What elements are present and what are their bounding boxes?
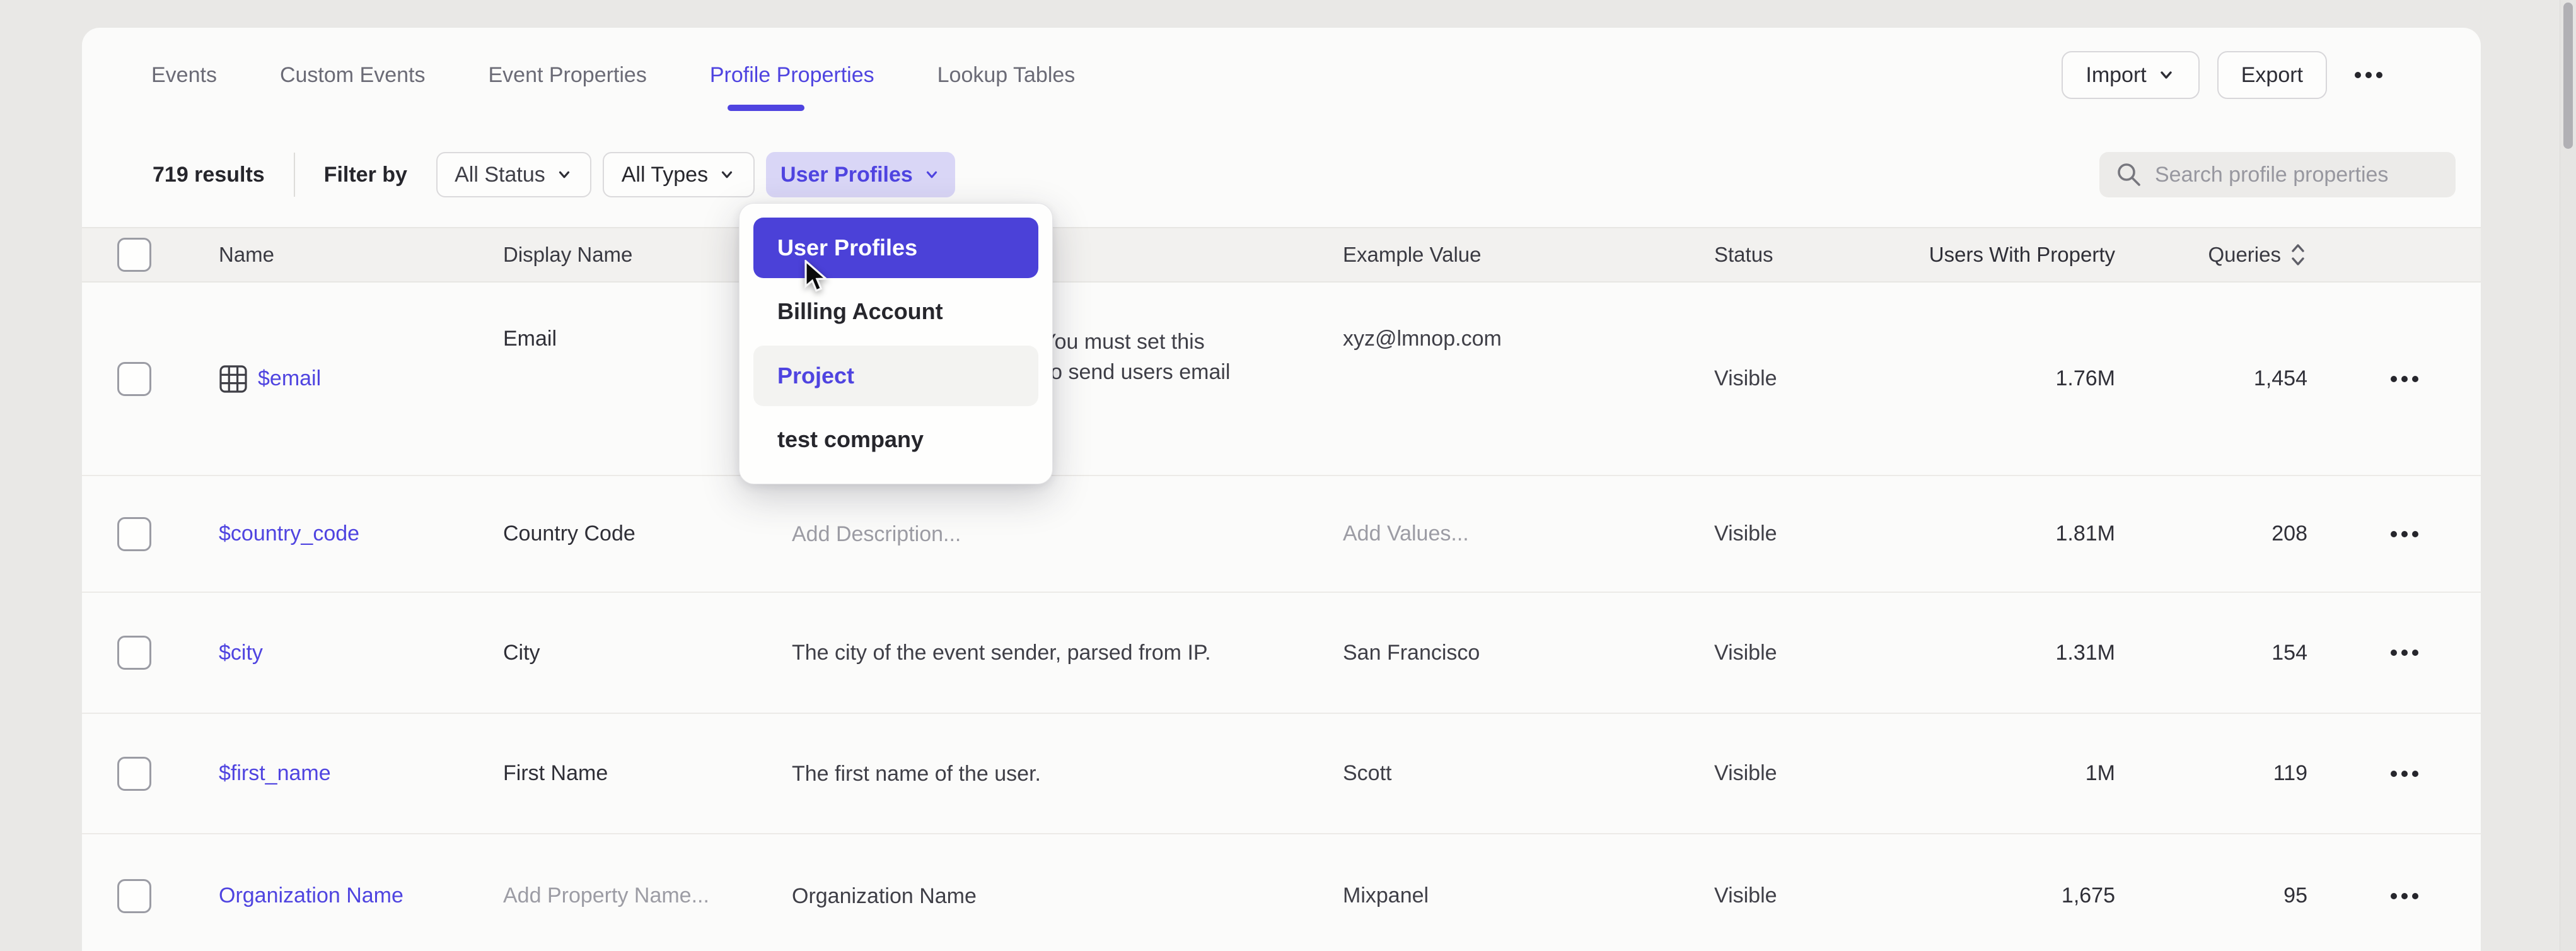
property-name-link[interactable]: $country_code [219, 522, 503, 546]
column-header-status[interactable]: Status [1714, 243, 1903, 267]
more-icon [2391, 376, 2397, 382]
results-count: 719 results [153, 163, 265, 187]
cursor-pointer-icon [802, 260, 832, 295]
property-name-link[interactable]: Organization Name [219, 884, 503, 908]
profile-properties-panel: Events Custom Events Event Properties Pr… [82, 28, 2481, 951]
status-cell: Visible [1714, 884, 1903, 908]
status-cell: Visible [1714, 366, 1903, 391]
display-name-cell[interactable]: First Name [503, 761, 792, 786]
row-checkbox[interactable] [117, 879, 151, 913]
more-icon [2391, 771, 2397, 777]
users-with-property-cell: 1.76M [2056, 366, 2116, 391]
chevron-down-icon [2157, 66, 2176, 85]
row-more-button[interactable] [2381, 650, 2434, 656]
row-checkbox[interactable] [117, 636, 151, 670]
import-button-label: Import [2086, 63, 2146, 88]
description-cell[interactable]: The city of the event sender, parsed fro… [792, 638, 1343, 668]
export-button[interactable]: Export [2217, 51, 2327, 99]
description-cell[interactable]: Organization Name [792, 881, 1343, 911]
column-header-example-value[interactable]: Example Value [1343, 243, 1714, 267]
status-cell: Visible [1714, 522, 1903, 546]
chevron-down-icon [718, 166, 736, 184]
search-icon [2115, 160, 2144, 189]
table-body: $email Email The user's email address. Y… [82, 283, 2481, 951]
description-cell[interactable]: The first name of the user. [792, 759, 1343, 789]
row-more-button[interactable] [2381, 893, 2434, 899]
menu-item-test-company[interactable]: test company [753, 410, 1038, 470]
tab-profile-properties[interactable]: Profile Properties [710, 28, 874, 122]
example-value-cell-placeholder[interactable]: Add Values... [1343, 522, 1714, 546]
queries-cell: 208 [2271, 522, 2307, 546]
column-header-queries[interactable]: Queries [2208, 242, 2307, 268]
property-name-link[interactable]: $email [219, 365, 503, 394]
users-with-property-cell: 1.81M [2056, 522, 2116, 546]
tab-custom-events[interactable]: Custom Events [280, 28, 426, 122]
more-icon [2355, 72, 2361, 78]
table-row: $country_code Country Code Add Descripti… [82, 476, 2481, 593]
table-row: Organization Name Add Property Name... O… [82, 834, 2481, 951]
table-grid-icon [219, 365, 248, 394]
more-icon [2391, 893, 2397, 899]
example-value-cell[interactable]: xyz@lmnop.com [1343, 283, 1714, 351]
queries-cell: 95 [2283, 884, 2307, 908]
row-checkbox[interactable] [117, 362, 151, 396]
sort-icon[interactable] [2289, 242, 2307, 268]
users-with-property-cell: 1,675 [2062, 884, 2115, 908]
search-box [2099, 152, 2456, 197]
table-row: $email Email The user's email address. Y… [82, 283, 2481, 476]
chevron-down-icon [555, 166, 573, 184]
status-cell: Visible [1714, 641, 1903, 665]
scrollbar-thumb[interactable] [2563, 3, 2573, 149]
display-name-cell[interactable]: Country Code [503, 522, 792, 546]
property-name-link[interactable]: $city [219, 641, 503, 665]
row-more-button[interactable] [2381, 376, 2434, 382]
row-checkbox[interactable] [117, 757, 151, 791]
queries-cell: 119 [2273, 761, 2307, 786]
status-filter-dropdown[interactable]: All Status [436, 152, 591, 197]
more-options-button[interactable] [2345, 72, 2393, 78]
users-with-property-cell: 1M [2086, 761, 2115, 786]
column-header-users-with-property[interactable]: Users With Property [1929, 243, 2115, 267]
display-name-cell[interactable]: City [503, 641, 792, 665]
scrollbar-track[interactable] [2560, 0, 2576, 951]
row-more-button[interactable] [2381, 771, 2434, 777]
table-header: Name Display Name Example Value Status U… [82, 227, 2481, 283]
row-checkbox[interactable] [117, 517, 151, 551]
display-name-cell-placeholder[interactable]: Add Property Name... [503, 884, 792, 908]
select-all-checkbox[interactable] [117, 238, 151, 272]
search-input[interactable] [2155, 163, 2440, 187]
top-tab-bar: Events Custom Events Event Properties Pr… [82, 28, 2481, 122]
users-with-property-cell: 1.31M [2056, 641, 2116, 665]
menu-item-user-profiles[interactable]: User Profiles [753, 218, 1038, 278]
column-header-name[interactable]: Name [219, 243, 503, 267]
type-filter-dropdown[interactable]: All Types [603, 152, 755, 197]
tab-event-properties[interactable]: Event Properties [488, 28, 646, 122]
table-row: $first_name First Name The first name of… [82, 714, 2481, 834]
menu-item-project[interactable]: Project [753, 346, 1038, 406]
menu-item-billing-account[interactable]: Billing Account [753, 282, 1038, 342]
example-value-cell[interactable]: Scott [1343, 761, 1714, 786]
filter-bar: 719 results Filter by All Status All Typ… [82, 122, 2481, 227]
divider [294, 153, 295, 197]
row-more-button[interactable] [2381, 531, 2434, 537]
import-button[interactable]: Import [2062, 51, 2199, 99]
table-row: $city City The city of the event sender,… [82, 593, 2481, 714]
status-cell: Visible [1714, 761, 1903, 786]
tab-lookup-tables[interactable]: Lookup Tables [937, 28, 1076, 122]
profile-type-filter-dropdown[interactable]: User Profiles [766, 152, 955, 197]
more-icon [2391, 650, 2397, 656]
filter-by-label: Filter by [324, 163, 407, 187]
property-name-link[interactable]: $first_name [219, 761, 503, 786]
more-icon [2391, 531, 2397, 537]
tab-events[interactable]: Events [151, 28, 217, 122]
queries-cell: 154 [2271, 641, 2307, 665]
example-value-cell[interactable]: San Francisco [1343, 641, 1714, 665]
description-cell-placeholder[interactable]: Add Description... [792, 519, 1343, 549]
queries-cell: 1,454 [2254, 366, 2307, 391]
example-value-cell[interactable]: Mixpanel [1343, 884, 1714, 908]
chevron-down-icon [923, 166, 941, 184]
profile-type-dropdown-menu: User Profiles Billing Account Project te… [739, 203, 1053, 484]
export-button-label: Export [2241, 63, 2303, 88]
